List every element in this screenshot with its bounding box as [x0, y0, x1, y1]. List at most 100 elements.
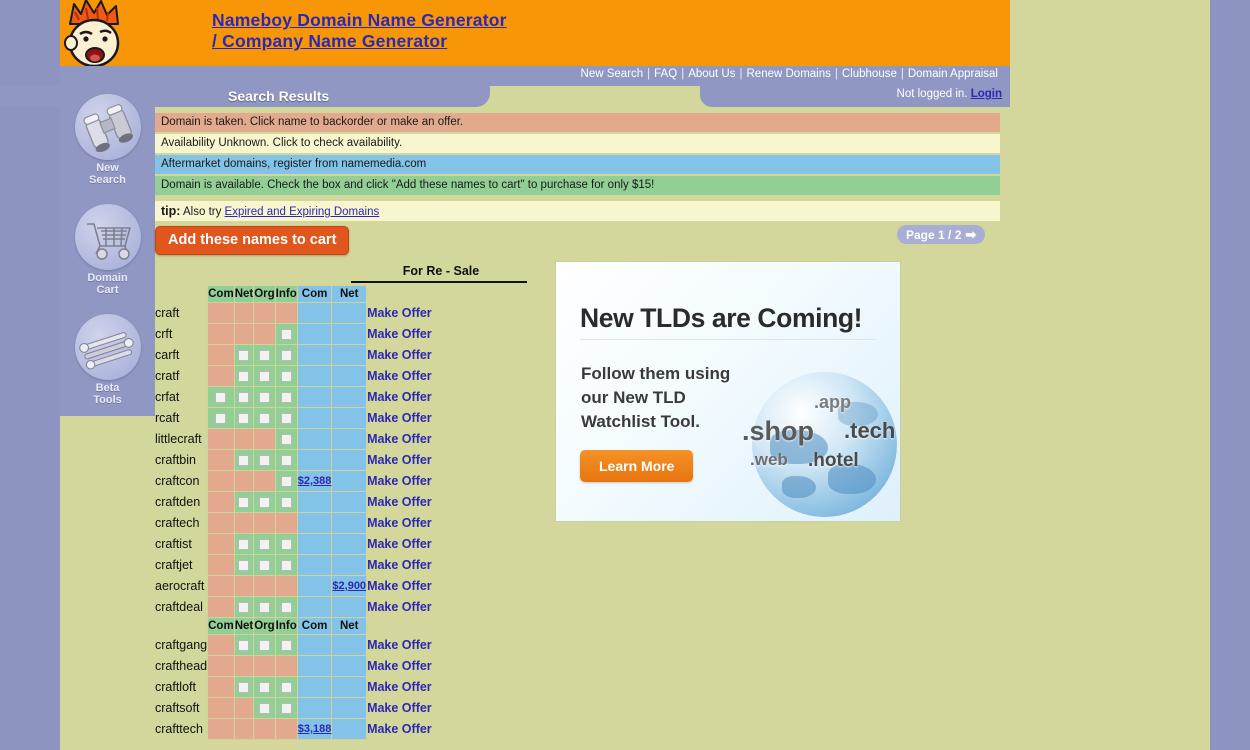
domain-checkbox[interactable] — [258, 350, 270, 362]
domain-checkbox[interactable] — [238, 640, 250, 652]
tld-cell-net[interactable] — [233, 718, 255, 740]
make-offer-link[interactable]: Make Offer — [367, 369, 432, 383]
tld-cell-org[interactable] — [253, 302, 276, 324]
nav-item-clubhouse[interactable]: Clubhouse — [838, 68, 901, 80]
domain-checkbox[interactable] — [280, 476, 292, 488]
sidebar-item-beta-tools[interactable]: Beta Tools — [60, 314, 155, 406]
resale-cell-com[interactable] — [296, 512, 333, 534]
tld-cell-org[interactable] — [253, 634, 276, 656]
domain-name-cell[interactable]: craft — [155, 303, 208, 324]
domain-checkbox[interactable] — [280, 682, 292, 694]
tld-cell-net[interactable] — [233, 386, 255, 408]
resale-cell-net[interactable] — [331, 323, 368, 345]
domain-checkbox[interactable] — [215, 392, 227, 404]
domain-name-cell[interactable]: craftsoft — [155, 698, 208, 719]
tld-cell-net[interactable] — [233, 365, 255, 387]
tld-cell-info[interactable] — [274, 470, 298, 492]
tld-cell-org[interactable] — [253, 386, 276, 408]
domain-checkbox[interactable] — [280, 392, 292, 404]
tld-cell-com[interactable] — [207, 512, 235, 534]
sidebar-item-domain-cart[interactable]: Domain Cart — [60, 204, 155, 296]
tld-cell-org[interactable] — [253, 533, 276, 555]
tld-cell-com[interactable] — [207, 407, 235, 429]
domain-checkbox[interactable] — [280, 497, 292, 509]
tld-cell-org[interactable] — [253, 655, 276, 677]
tld-cell-net[interactable] — [233, 344, 255, 366]
make-offer-link[interactable]: Make Offer — [367, 638, 432, 652]
tld-cell-org[interactable] — [253, 365, 276, 387]
domain-name-cell[interactable]: carft — [155, 345, 208, 366]
domain-checkbox[interactable] — [238, 413, 250, 425]
resale-cell-net[interactable] — [331, 302, 368, 324]
domain-checkbox[interactable] — [280, 560, 292, 572]
tld-cell-com[interactable] — [207, 676, 235, 698]
tld-cell-org[interactable] — [253, 428, 276, 450]
tld-cell-com[interactable] — [207, 323, 235, 345]
resale-cell-net[interactable] — [331, 676, 368, 698]
resale-cell-com[interactable] — [296, 634, 333, 656]
domain-name-cell[interactable]: aerocraft — [155, 576, 208, 597]
tld-cell-org[interactable] — [253, 697, 276, 719]
domain-checkbox[interactable] — [238, 602, 250, 614]
tld-cell-com[interactable] — [207, 634, 235, 656]
domain-checkbox[interactable] — [280, 329, 292, 341]
domain-checkbox[interactable] — [280, 703, 292, 715]
tld-cell-com[interactable] — [207, 302, 235, 324]
domain-name-cell[interactable]: craftdeal — [155, 597, 208, 618]
resale-cell-com[interactable] — [296, 344, 333, 366]
domain-checkbox[interactable] — [280, 413, 292, 425]
site-title-line-1[interactable]: Nameboy Domain Name Generator — [212, 10, 507, 31]
domain-checkbox[interactable] — [258, 602, 270, 614]
tld-cell-org[interactable] — [253, 323, 276, 345]
tld-cell-net[interactable] — [233, 533, 255, 555]
domain-name-cell[interactable]: crafthead — [155, 656, 208, 677]
tld-cell-com[interactable] — [207, 655, 235, 677]
tld-cell-info[interactable] — [274, 634, 298, 656]
tld-cell-org[interactable] — [253, 344, 276, 366]
tld-cell-net[interactable] — [233, 596, 255, 618]
tld-cell-info[interactable] — [274, 449, 298, 471]
resale-cell-com[interactable] — [296, 365, 333, 387]
tld-cell-info[interactable] — [274, 323, 298, 345]
make-offer-link[interactable]: Make Offer — [367, 474, 432, 488]
nav-item-new-search[interactable]: New Search — [577, 68, 648, 80]
domain-checkbox[interactable] — [258, 413, 270, 425]
nav-item-faq[interactable]: FAQ — [650, 68, 681, 80]
tld-cell-info[interactable] — [274, 655, 298, 677]
make-offer-link[interactable]: Make Offer — [367, 600, 432, 614]
domain-checkbox[interactable] — [258, 640, 270, 652]
tld-cell-org[interactable] — [253, 449, 276, 471]
tld-cell-com[interactable] — [207, 718, 235, 740]
resale-cell-com[interactable] — [296, 575, 333, 597]
tld-cell-info[interactable] — [274, 302, 298, 324]
tld-cell-info[interactable] — [274, 697, 298, 719]
tld-cell-com[interactable] — [207, 449, 235, 471]
domain-name-cell[interactable]: craftjet — [155, 555, 208, 576]
tld-cell-com[interactable] — [207, 575, 235, 597]
domain-name-cell[interactable]: crafttech — [155, 719, 208, 740]
domain-name-cell[interactable]: crft — [155, 324, 208, 345]
tld-cell-org[interactable] — [253, 407, 276, 429]
resale-cell-net[interactable] — [331, 596, 368, 618]
tld-cell-com[interactable] — [207, 344, 235, 366]
domain-checkbox[interactable] — [238, 371, 250, 383]
tld-cell-info[interactable] — [274, 596, 298, 618]
resale-cell-net[interactable] — [331, 554, 368, 576]
domain-name-cell[interactable]: craftbin — [155, 450, 208, 471]
tld-cell-info[interactable] — [274, 533, 298, 555]
nav-item-about-us[interactable]: About Us — [684, 68, 739, 80]
domain-checkbox[interactable] — [238, 497, 250, 509]
nav-item-renew-domains[interactable]: Renew Domains — [743, 68, 835, 80]
tld-cell-com[interactable] — [207, 697, 235, 719]
resale-cell-net[interactable] — [331, 512, 368, 534]
domain-checkbox[interactable] — [280, 455, 292, 467]
tld-cell-org[interactable] — [253, 575, 276, 597]
resale-cell-com[interactable] — [296, 428, 333, 450]
resale-cell-net[interactable] — [331, 470, 368, 492]
make-offer-link[interactable]: Make Offer — [367, 411, 432, 425]
domain-checkbox[interactable] — [258, 392, 270, 404]
tld-cell-info[interactable] — [274, 718, 298, 740]
site-title-line-2[interactable]: / Company Name Generator — [212, 31, 507, 52]
tld-cell-com[interactable] — [207, 386, 235, 408]
make-offer-link[interactable]: Make Offer — [367, 579, 432, 593]
